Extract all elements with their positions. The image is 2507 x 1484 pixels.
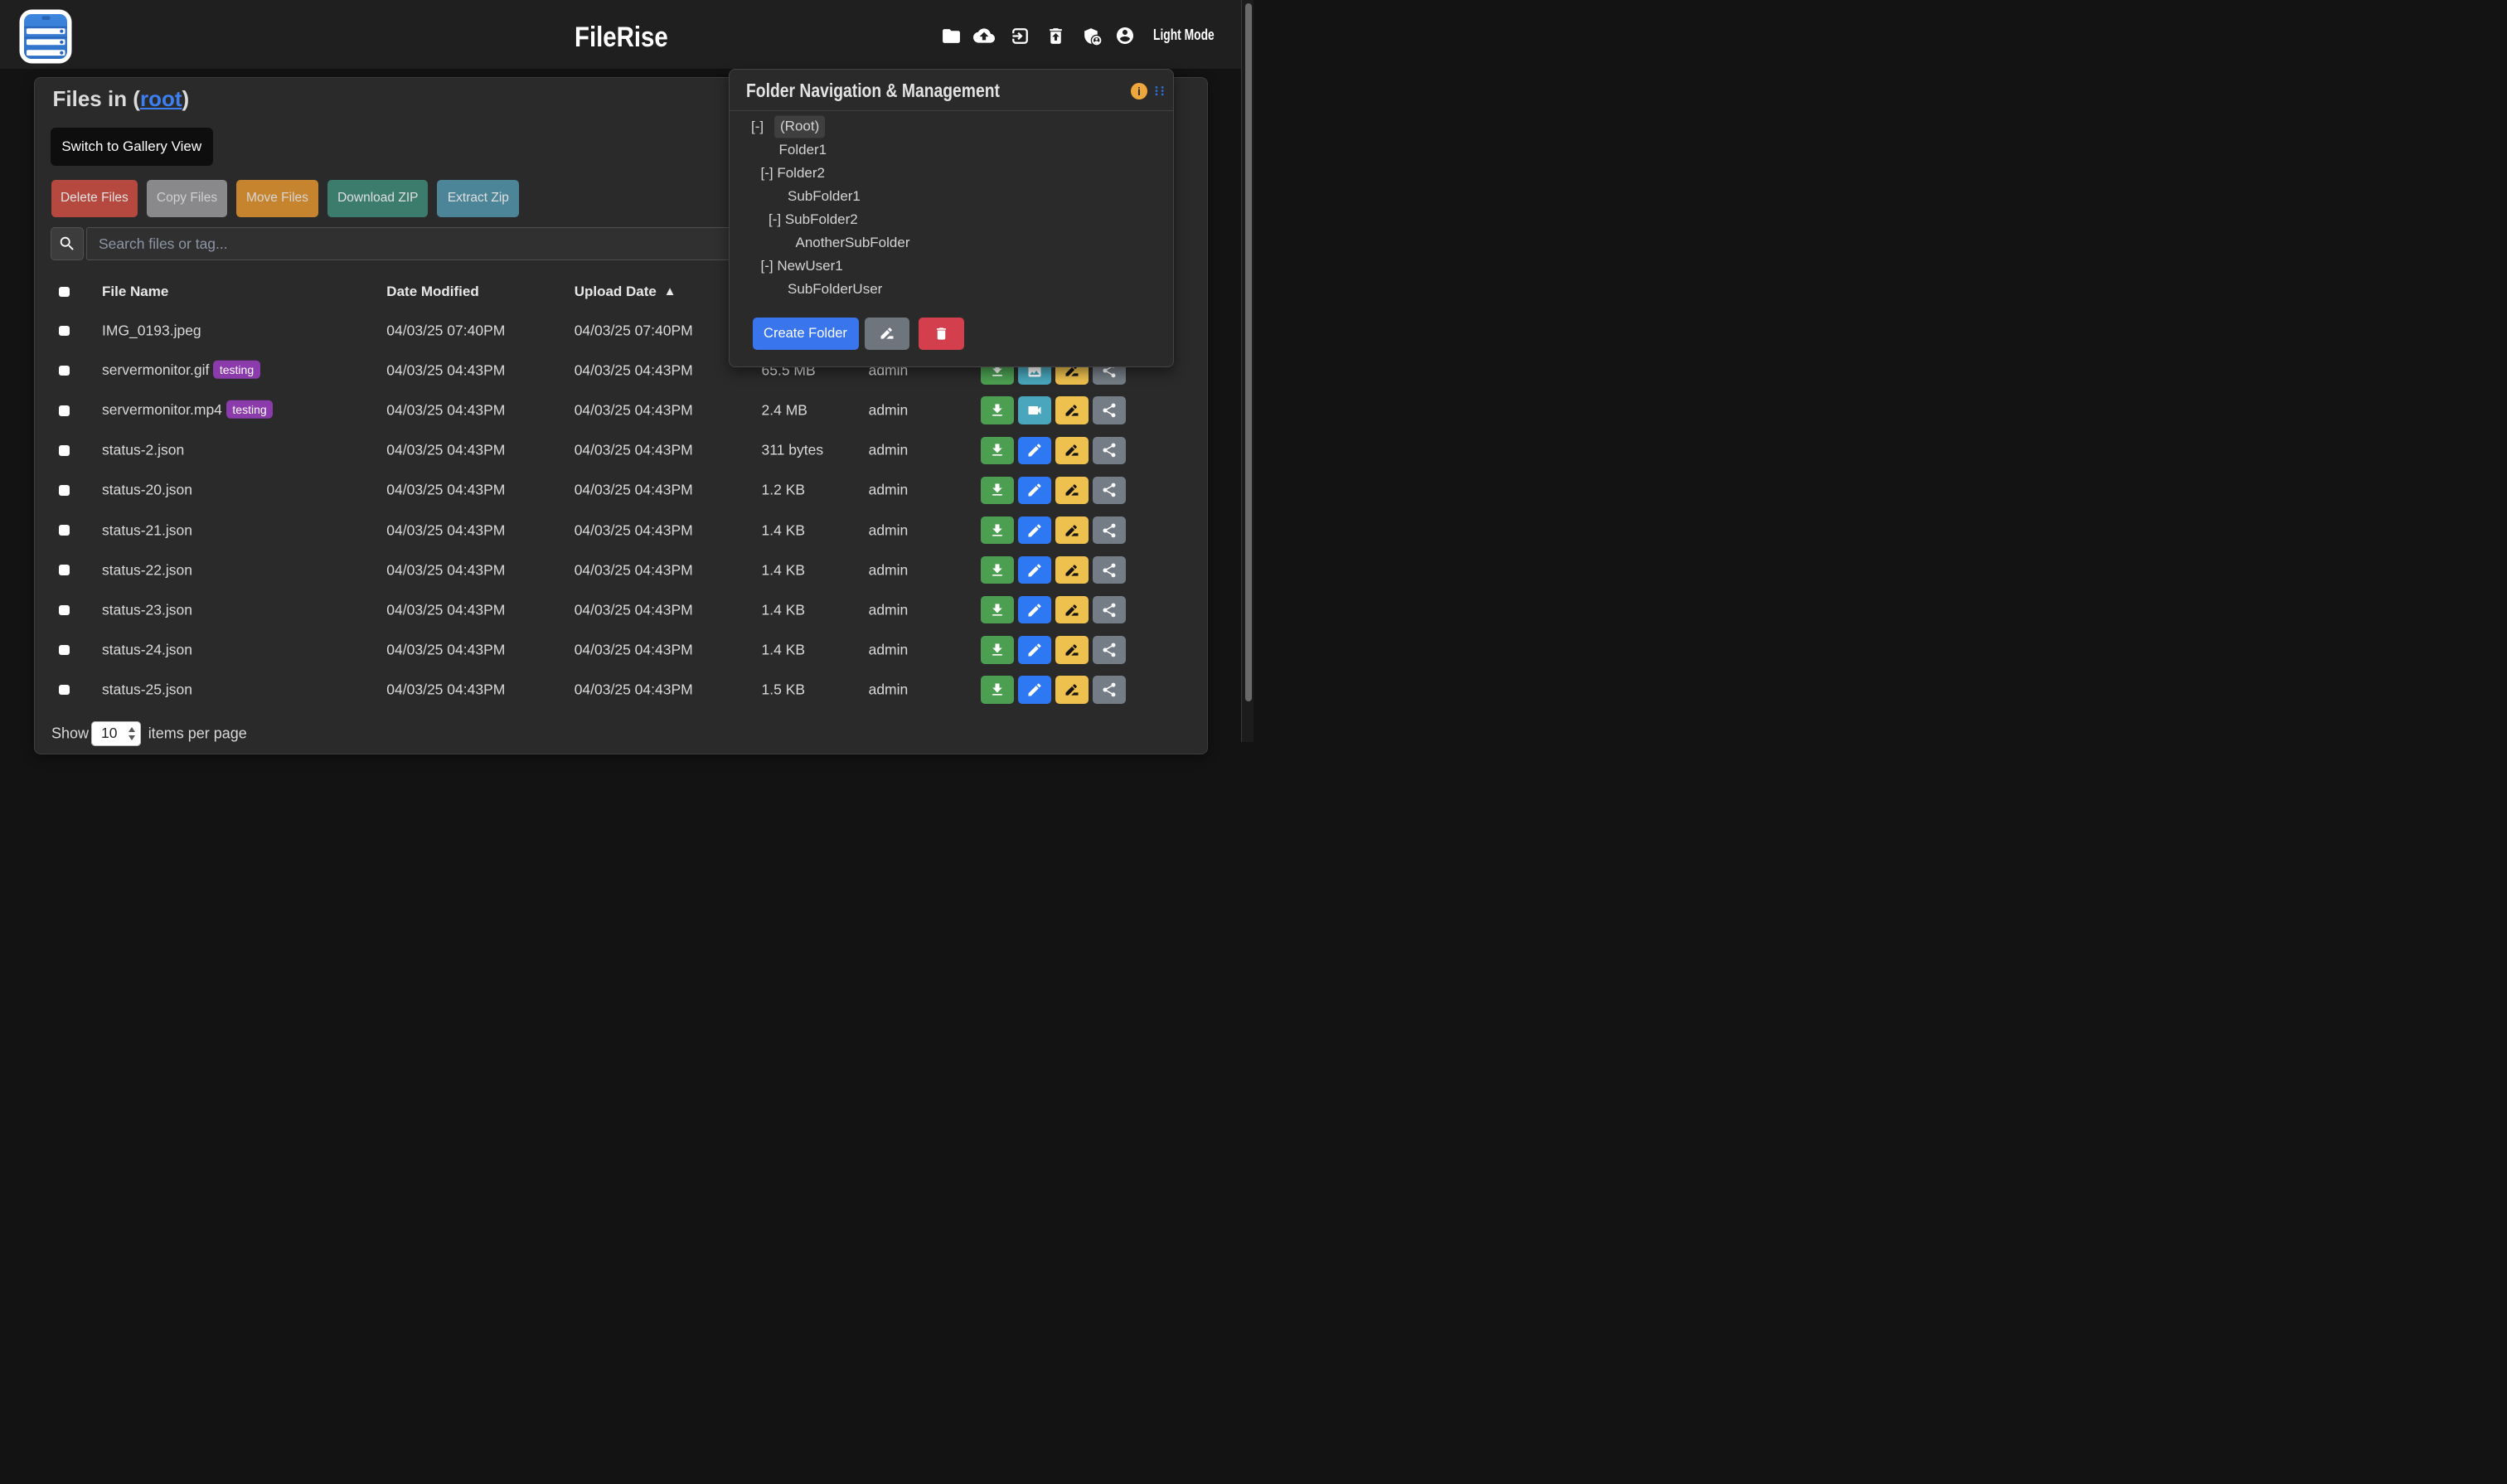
svg-text:FileRise: FileRise xyxy=(575,22,668,53)
